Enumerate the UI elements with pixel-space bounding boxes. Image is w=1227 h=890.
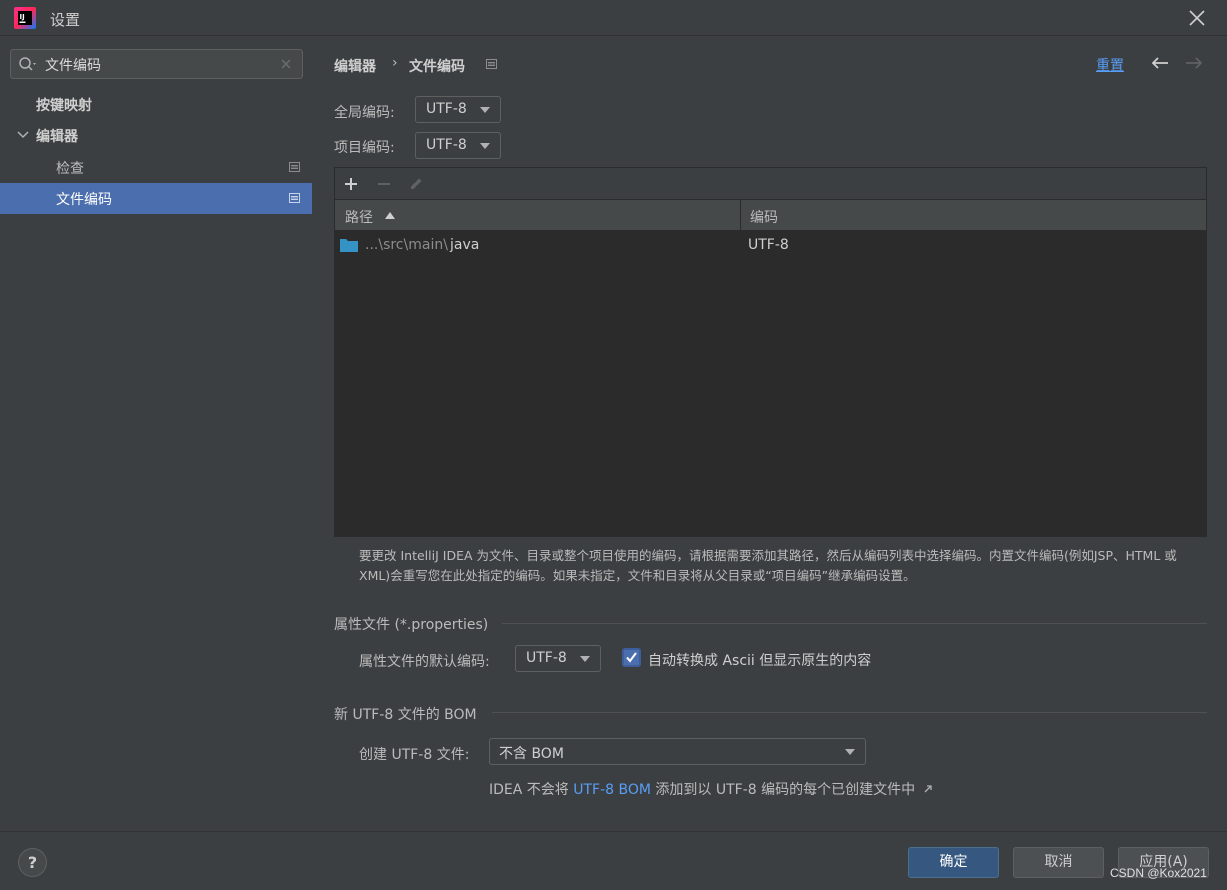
global-encoding-select[interactable]: UTF-8	[415, 96, 501, 123]
search-input[interactable]: 文件编码	[10, 49, 303, 79]
column-divider[interactable]	[740, 200, 741, 231]
sidebar-item-label: 按键映射	[36, 98, 92, 114]
sidebar-item-inspections[interactable]: 检查	[0, 152, 312, 183]
bom-info-suffix: 添加到以 UTF-8 编码的每个已创建文件中	[650, 782, 916, 798]
checkmark-icon	[626, 652, 637, 663]
global-encoding-value: UTF-8	[426, 101, 467, 117]
sort-asc-icon[interactable]	[385, 212, 395, 219]
encoding-mappings-table: 路径 编码 ...\src\main\ java UTF-8	[334, 167, 1207, 537]
arrow-right-icon[interactable]	[1184, 55, 1204, 71]
cancel-button[interactable]: 取消	[1013, 847, 1104, 878]
sidebar-item-file-encodings[interactable]: 文件编码	[0, 183, 312, 214]
settings-content: 编辑器 › 文件编码 重置 全局编码: UTF-8 项目编码: UTF-8 路径…	[312, 36, 1227, 831]
global-encoding-label: 全局编码:	[334, 105, 395, 121]
reset-link[interactable]: 重置	[1096, 55, 1124, 75]
table-toolbar	[335, 168, 1206, 200]
column-header-path[interactable]: 路径	[345, 207, 373, 227]
project-encoding-label: 项目编码:	[334, 140, 395, 156]
breadcrumb-parent[interactable]: 编辑器	[334, 56, 376, 76]
properties-encoding-value: UTF-8	[526, 650, 567, 666]
breadcrumb-current: 文件编码	[409, 59, 465, 75]
bom-info-prefix: IDEA 不会将	[489, 782, 574, 798]
dropdown-arrow-icon	[845, 749, 855, 755]
watermark: CSDN @Kox2021	[1110, 866, 1207, 880]
ok-button[interactable]: 确定	[908, 847, 999, 878]
dropdown-arrow-icon	[580, 656, 590, 662]
path-last-segment: java	[450, 237, 480, 253]
dropdown-arrow-icon	[480, 143, 490, 149]
settings-sidebar: 文件编码 按键映射 编辑器 检查 文件编码	[0, 36, 312, 831]
dropdown-arrow-icon	[480, 107, 490, 113]
dialog-footer: ? 确定 取消 应用(A) CSDN @Kox2021	[0, 831, 1227, 890]
arrow-left-icon[interactable]	[1150, 55, 1170, 71]
create-utf8-label: 创建 UTF-8 文件:	[359, 747, 470, 763]
external-link-icon[interactable]	[923, 784, 933, 794]
help-button[interactable]: ?	[18, 848, 47, 877]
sidebar-item-label: 检查	[56, 161, 84, 177]
properties-encoding-select[interactable]: UTF-8	[515, 645, 601, 672]
title-bar: IJ 设置	[0, 0, 1227, 36]
section-divider	[502, 623, 1207, 624]
path-prefix: ...\src\main\	[365, 237, 448, 253]
chevron-down-icon[interactable]	[17, 130, 29, 140]
sidebar-item-label: 文件编码	[56, 192, 112, 208]
project-scope-icon	[289, 162, 300, 172]
column-header-encoding[interactable]: 编码	[750, 207, 778, 227]
project-encoding-value: UTF-8	[426, 137, 467, 153]
bom-section-title: 新 UTF-8 文件的 BOM	[334, 707, 477, 723]
bom-select-value: 不含 BOM	[499, 746, 564, 762]
section-divider	[492, 712, 1207, 713]
native-ascii-checkbox[interactable]	[622, 648, 641, 667]
properties-section-title: 属性文件 (*.properties)	[334, 617, 489, 633]
edit-icon[interactable]	[408, 176, 424, 192]
properties-default-label: 属性文件的默认编码:	[359, 654, 490, 670]
add-icon[interactable]	[343, 176, 359, 192]
table-body: ...\src\main\ java UTF-8	[335, 231, 1206, 536]
clear-icon[interactable]	[280, 58, 292, 70]
close-icon[interactable]	[1187, 8, 1207, 28]
search-value: 文件编码	[45, 58, 101, 74]
bom-select[interactable]: 不含 BOM	[489, 738, 866, 765]
table-row[interactable]: ...\src\main\ java UTF-8	[335, 231, 1206, 262]
svg-text:IJ: IJ	[20, 13, 25, 21]
intellij-logo-icon: IJ	[14, 7, 36, 29]
window-title: 设置	[50, 11, 81, 29]
project-scope-icon	[289, 193, 300, 203]
bom-info-text: IDEA 不会将 UTF-8 BOM 添加到以 UTF-8 编码的每个已创建文件…	[489, 779, 933, 799]
sidebar-item-editor[interactable]: 编辑器	[0, 120, 312, 151]
search-icon[interactable]	[18, 56, 38, 74]
encoding-description: 要更改 IntelliJ IDEA 为文件、目录或整个项目使用的编码，请根据需要…	[359, 548, 1177, 583]
row-encoding[interactable]: UTF-8	[748, 237, 789, 253]
project-scope-icon	[486, 59, 497, 69]
folder-icon	[340, 239, 358, 252]
utf8-bom-link[interactable]: UTF-8 BOM	[573, 782, 651, 798]
table-header: 路径 编码	[335, 200, 1206, 231]
remove-icon[interactable]	[376, 176, 392, 192]
sidebar-item-label: 编辑器	[36, 129, 78, 145]
project-encoding-select[interactable]: UTF-8	[415, 132, 501, 159]
breadcrumb-separator: ›	[392, 55, 398, 71]
native-ascii-label[interactable]: 自动转换成 Ascii 但显示原生的内容	[648, 650, 871, 670]
sidebar-item-keymap[interactable]: 按键映射	[0, 89, 312, 120]
